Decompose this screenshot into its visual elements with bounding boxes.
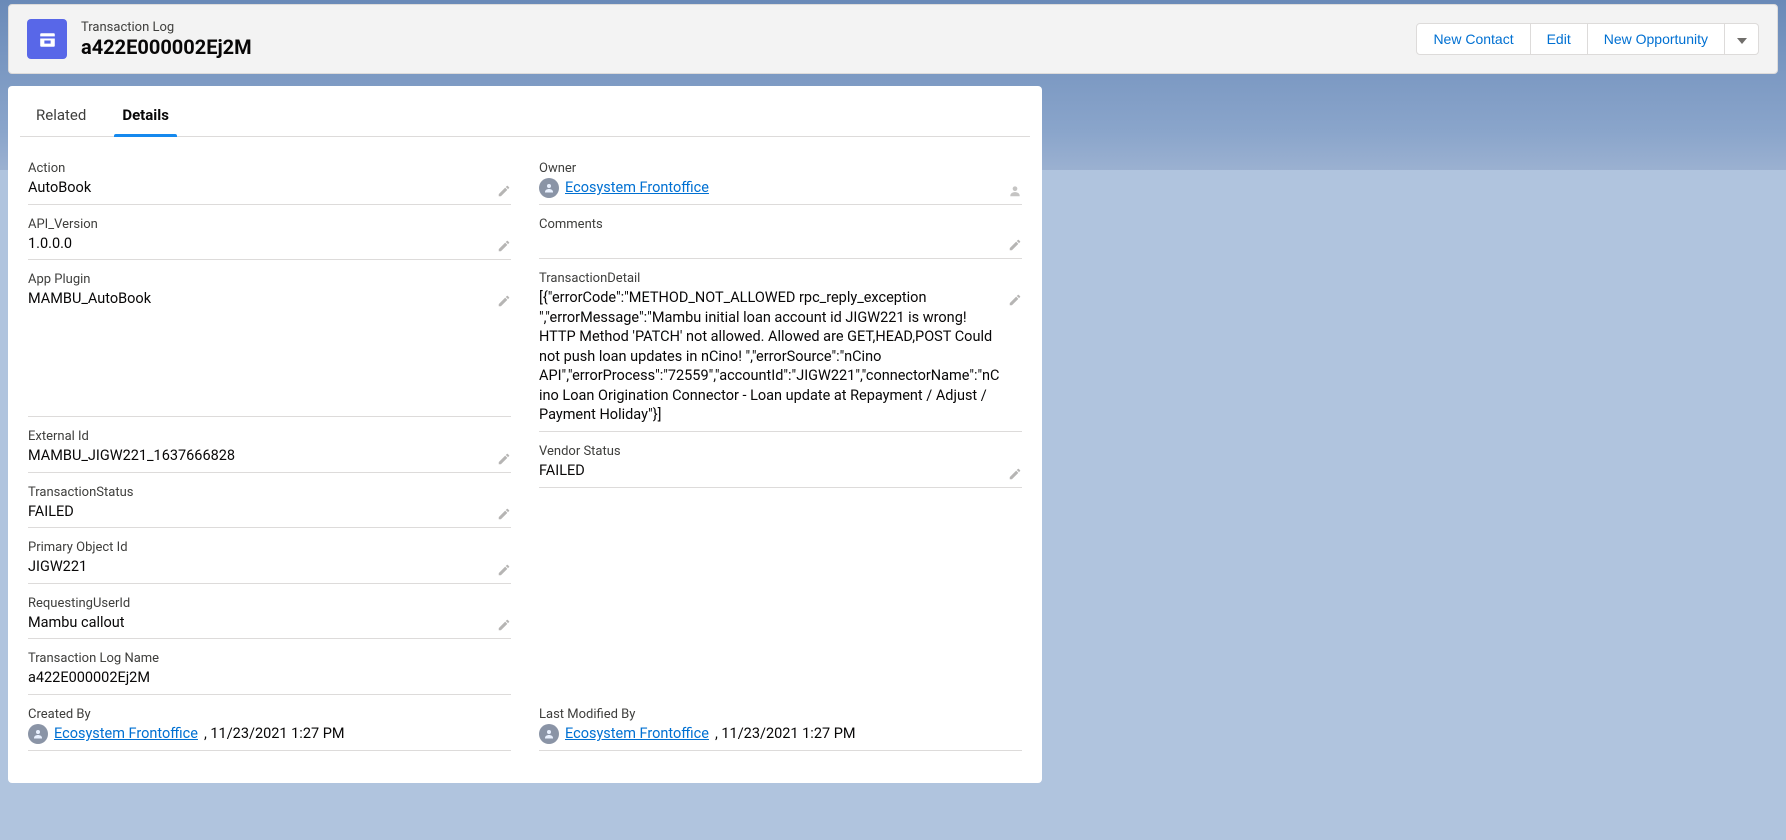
field-value: MAMBU_JIGW221_1637666828 — [28, 446, 511, 466]
field-vendor-status: Vendor Status FAILED — [539, 444, 1022, 488]
tab-bar: Related Details — [20, 86, 1030, 137]
field-value: a422E000002Ej2M — [28, 668, 511, 688]
field-label: External Id — [28, 429, 511, 444]
pencil-icon[interactable] — [1008, 467, 1022, 481]
pencil-icon[interactable] — [497, 294, 511, 308]
avatar-icon — [539, 724, 559, 744]
field-label: Vendor Status — [539, 444, 1022, 459]
field-label: Action — [28, 161, 511, 176]
field-value — [539, 234, 1022, 252]
record-type-icon — [27, 19, 67, 59]
pencil-icon[interactable] — [1008, 238, 1022, 252]
field-value: FAILED — [28, 502, 511, 522]
field-api-version: API_Version 1.0.0.0 — [28, 217, 511, 261]
record-name: a422E000002Ej2M — [81, 35, 252, 59]
owner-user-link[interactable]: Ecosystem Frontoffice — [565, 178, 709, 198]
created-by-timestamp: , 11/23/2021 1:27 PM — [204, 724, 345, 744]
change-owner-icon[interactable] — [1008, 184, 1022, 198]
field-label: TransactionDetail — [539, 271, 1022, 286]
more-actions-button[interactable] — [1725, 23, 1759, 55]
field-requesting-user-id: RequestingUserId Mambu callout — [28, 596, 511, 640]
pencil-icon[interactable] — [1008, 293, 1022, 307]
field-transaction-detail: TransactionDetail [{"errorCode":"METHOD_… — [539, 271, 1022, 432]
field-value: JIGW221 — [28, 557, 511, 577]
field-label: API_Version — [28, 217, 511, 232]
field-label: App Plugin — [28, 272, 511, 287]
tab-related[interactable]: Related — [28, 98, 94, 136]
new-opportunity-button[interactable]: New Opportunity — [1588, 23, 1725, 55]
field-value: MAMBU_AutoBook — [28, 289, 511, 309]
field-label: Created By — [28, 707, 511, 722]
field-label: Comments — [539, 217, 1022, 232]
field-owner: Owner Ecosystem Frontoffice — [539, 161, 1022, 205]
field-action: Action AutoBook — [28, 161, 511, 205]
field-label: Primary Object Id — [28, 540, 511, 555]
pencil-icon[interactable] — [497, 563, 511, 577]
field-comments: Comments — [539, 217, 1022, 259]
field-value: 1.0.0.0 — [28, 234, 511, 254]
field-value: AutoBook — [28, 178, 511, 198]
field-transaction-log-name: Transaction Log Name a422E000002Ej2M — [28, 651, 511, 695]
detail-panel: Related Details Action AutoBook API_Vers… — [8, 86, 1042, 783]
field-label: Owner — [539, 161, 1022, 176]
field-primary-object-id: Primary Object Id JIGW221 — [28, 540, 511, 584]
avatar-icon — [28, 724, 48, 744]
field-label: Transaction Log Name — [28, 651, 511, 666]
object-type-label: Transaction Log — [81, 20, 252, 35]
field-app-plugin: App Plugin MAMBU_AutoBook — [28, 272, 511, 417]
tab-details[interactable]: Details — [114, 98, 177, 136]
field-value: FAILED — [539, 461, 1022, 481]
header-actions: New Contact Edit New Opportunity — [1416, 23, 1759, 55]
pencil-icon[interactable] — [497, 184, 511, 198]
last-modified-by-timestamp: , 11/23/2021 1:27 PM — [715, 724, 856, 744]
field-label: TransactionStatus — [28, 485, 511, 500]
pencil-icon[interactable] — [497, 239, 511, 253]
record-header: Transaction Log a422E000002Ej2M New Cont… — [8, 4, 1778, 74]
pencil-icon[interactable] — [497, 507, 511, 521]
field-label: Last Modified By — [539, 707, 1022, 722]
avatar-icon — [539, 178, 559, 198]
field-external-id: External Id MAMBU_JIGW221_1637666828 — [28, 429, 511, 473]
pencil-icon[interactable] — [497, 618, 511, 632]
field-transaction-status: TransactionStatus FAILED — [28, 485, 511, 529]
field-label: RequestingUserId — [28, 596, 511, 611]
new-contact-button[interactable]: New Contact — [1416, 23, 1530, 55]
pencil-icon[interactable] — [497, 452, 511, 466]
edit-button[interactable]: Edit — [1531, 23, 1588, 55]
field-created-by: Created By Ecosystem Frontoffice , 11/23… — [28, 707, 511, 751]
created-by-user-link[interactable]: Ecosystem Frontoffice — [54, 724, 198, 744]
last-modified-by-user-link[interactable]: Ecosystem Frontoffice — [565, 724, 709, 744]
field-value: Mambu callout — [28, 613, 511, 633]
field-value: [{"errorCode":"METHOD_NOT_ALLOWED rpc_re… — [539, 288, 1022, 425]
chevron-down-icon — [1737, 32, 1747, 47]
field-last-modified-by: Last Modified By Ecosystem Frontoffice ,… — [539, 707, 1022, 751]
